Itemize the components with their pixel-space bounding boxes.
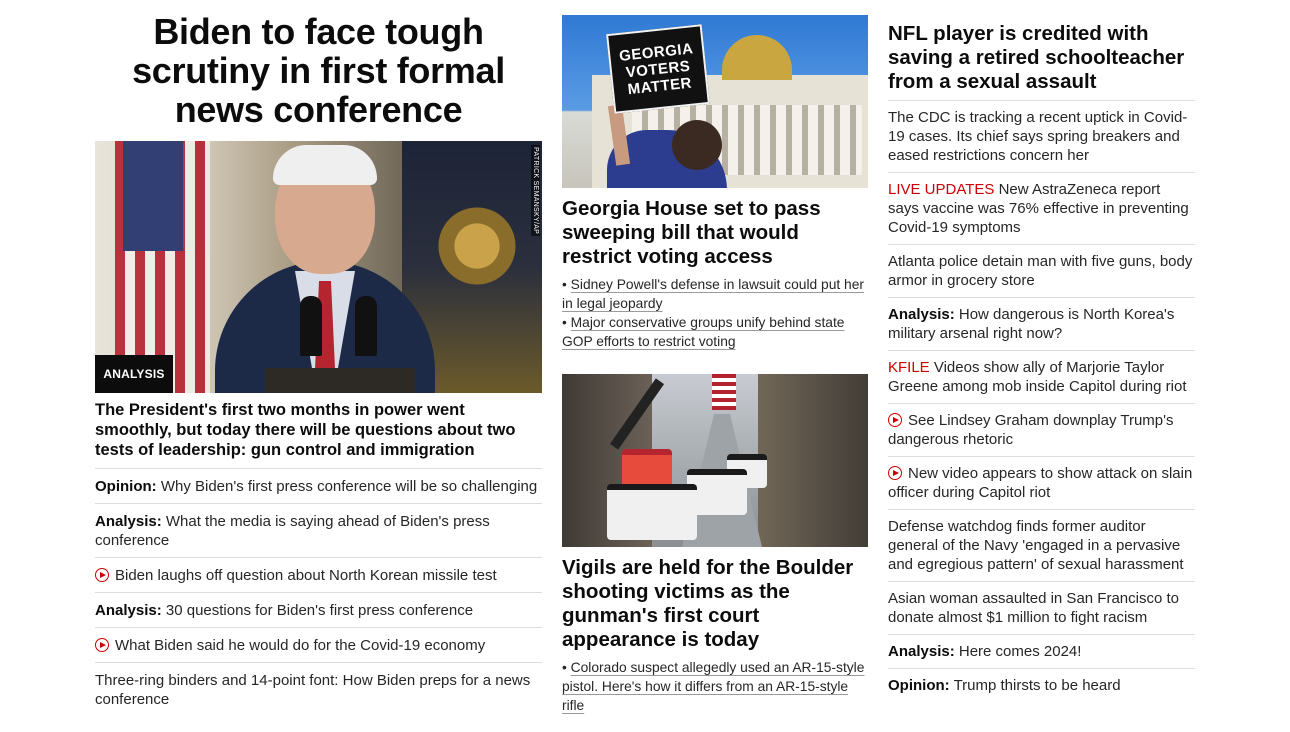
bullet-link[interactable]: Major conservative groups unify behind s…	[562, 315, 844, 349]
item-kicker: Opinion:	[888, 677, 950, 694]
item-text: Defense watchdog finds former auditor ge…	[888, 518, 1184, 573]
item-kicker: Analysis:	[888, 643, 955, 660]
list-item[interactable]: Opinion: Why Biden's first press confere…	[95, 469, 542, 504]
boulder-headline[interactable]: Vigils are held for the Boulder shooting…	[562, 556, 868, 652]
item-text: Trump thirsts to be heard	[953, 677, 1121, 694]
item-text: 30 questions for Biden's first press con…	[165, 602, 474, 619]
item-text: Asian woman assaulted in San Francisco t…	[888, 590, 1179, 626]
photo-credit: PATRICK SEMANSKY/AP	[531, 145, 540, 237]
item-kicker: Analysis:	[888, 306, 955, 323]
item-text: Atlanta police detain man with five guns…	[888, 253, 1193, 289]
list-item[interactable]: Atlanta police detain man with five guns…	[888, 245, 1195, 298]
list-item[interactable]: Three-ring binders and 14-point font: Ho…	[95, 663, 542, 716]
item-text: Videos show ally of Marjorie Taylor Gree…	[888, 359, 1187, 395]
bullet-link[interactable]: Sidney Powell's defense in lawsuit could…	[562, 277, 864, 311]
list-item[interactable]: New video appears to show attack on slai…	[888, 457, 1195, 510]
item-red-kicker: LIVE UPDATES	[888, 181, 995, 198]
play-video-icon	[888, 466, 902, 480]
item-text: See Lindsey Graham downplay Trump's dang…	[888, 412, 1174, 448]
list-item[interactable]: Analysis: How dangerous is North Korea's…	[888, 298, 1195, 351]
list-item[interactable]: Analysis: What the media is saying ahead…	[95, 504, 542, 558]
police-car	[607, 484, 697, 540]
lead-description[interactable]: The President's first two months in powe…	[95, 400, 542, 469]
play-video-icon	[95, 638, 109, 652]
list-item[interactable]: Asian woman assaulted in San Francisco t…	[888, 582, 1195, 635]
list-item[interactable]: Opinion: Trump thirsts to be heard	[888, 669, 1195, 702]
trees	[758, 374, 868, 547]
list-item[interactable]: Analysis: 30 questions for Biden's first…	[95, 593, 542, 628]
boulder-related-list: • Colorado suspect allegedly used an AR-…	[562, 658, 868, 715]
protester-hair	[672, 120, 722, 170]
play-video-icon	[888, 413, 902, 427]
item-red-kicker: KFILE	[888, 359, 930, 376]
georgia-related-list: • Sidney Powell's defense in lawsuit cou…	[562, 275, 868, 351]
microphone-icon	[300, 296, 322, 356]
lead-headline[interactable]: Biden to face tough scrutiny in first fo…	[95, 12, 542, 129]
item-text: New video appears to show attack on slai…	[888, 465, 1193, 501]
georgia-headline[interactable]: Georgia House set to pass sweeping bill …	[562, 197, 868, 269]
speaker-hair	[273, 145, 377, 185]
list-item[interactable]: See Lindsey Graham downplay Trump's dang…	[888, 404, 1195, 457]
bullet-item[interactable]: • Major conservative groups unify behind…	[562, 313, 868, 351]
right-column: NFL player is credited with saving a ret…	[888, 22, 1195, 702]
analysis-badge: ANALYSIS	[95, 355, 173, 393]
item-text: Biden laughs off question about North Ko…	[115, 567, 497, 584]
item-text: The CDC is tracking a recent uptick in C…	[888, 109, 1188, 164]
item-text: What Biden said he would do for the Covi…	[115, 637, 486, 654]
item-kicker: Opinion:	[95, 478, 157, 495]
item-text: Three-ring binders and 14-point font: Ho…	[95, 672, 531, 708]
list-item[interactable]: Defense watchdog finds former auditor ge…	[888, 510, 1195, 582]
item-text: Why Biden's first press conference will …	[160, 478, 538, 495]
nfl-headline[interactable]: NFL player is credited with saving a ret…	[888, 22, 1195, 101]
bullet-link[interactable]: Colorado suspect allegedly used an AR-15…	[562, 660, 864, 713]
bullet-item[interactable]: • Colorado suspect allegedly used an AR-…	[562, 658, 868, 715]
item-kicker: Analysis:	[95, 602, 162, 619]
georgia-protest-photo[interactable]: GEORGIA VOTERS MATTER	[562, 15, 868, 188]
bullet-item[interactable]: • Sidney Powell's defense in lawsuit cou…	[562, 275, 868, 313]
lead-story-column: Biden to face tough scrutiny in first fo…	[95, 12, 542, 716]
boulder-vigil-photo[interactable]	[562, 374, 868, 547]
headlines-list: The CDC is tracking a recent uptick in C…	[888, 101, 1195, 702]
item-text: Here comes 2024!	[958, 643, 1082, 660]
related-links-list: Opinion: Why Biden's first press confere…	[95, 469, 542, 716]
list-item[interactable]: LIVE UPDATES New AstraZeneca report says…	[888, 173, 1195, 245]
microphone-icon	[355, 296, 377, 356]
list-item[interactable]: The CDC is tracking a recent uptick in C…	[888, 101, 1195, 173]
list-item[interactable]: What Biden said he would do for the Covi…	[95, 628, 542, 663]
list-item[interactable]: Biden laughs off question about North Ko…	[95, 558, 542, 593]
lead-photo[interactable]: PATRICK SEMANSKY/AP ANALYSIS	[95, 141, 542, 393]
middle-column: GEORGIA VOTERS MATTER Georgia House set …	[562, 15, 868, 715]
podium	[265, 368, 415, 393]
play-video-icon	[95, 568, 109, 582]
item-kicker: Analysis:	[95, 513, 162, 530]
homepage: Biden to face tough scrutiny in first fo…	[0, 0, 1290, 732]
list-item[interactable]: KFILE Videos show ally of Marjorie Taylo…	[888, 351, 1195, 404]
list-item[interactable]: Analysis: Here comes 2024!	[888, 635, 1195, 669]
us-flag-graphic	[712, 374, 736, 410]
protest-sign: GEORGIA VOTERS MATTER	[606, 24, 710, 114]
